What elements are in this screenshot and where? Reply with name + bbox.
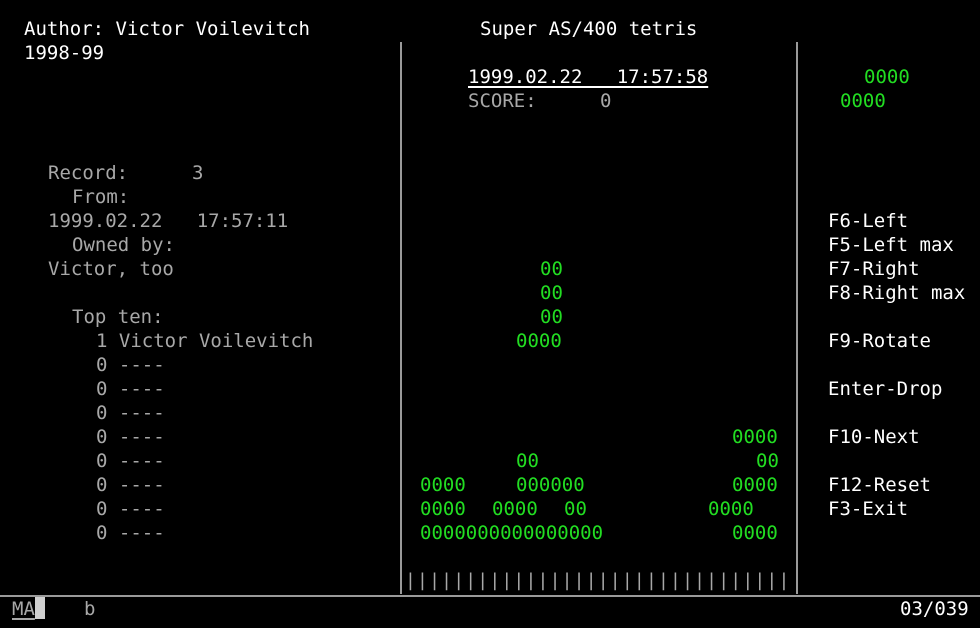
record-owner: Victor, too xyxy=(48,258,174,280)
stack-block: 0000 xyxy=(732,474,778,496)
record-owned-label: Owned by: xyxy=(72,234,175,256)
top-ten-entry: 0 ---- xyxy=(96,354,165,376)
top-ten-entry: 0 ---- xyxy=(96,522,165,544)
key-f12-reset[interactable]: F12-Reset xyxy=(828,473,931,497)
stack-block: 00 xyxy=(564,498,587,520)
board-left-border xyxy=(400,42,402,594)
game-title: Super AS/400 tetris xyxy=(480,18,698,40)
top-ten-entry: 0 ---- xyxy=(96,498,165,520)
stack-block: 0000 xyxy=(732,426,778,448)
record-value: 3 xyxy=(192,162,204,184)
falling-piece-row: 00 xyxy=(540,306,563,328)
key-enter-drop[interactable]: Enter-Drop xyxy=(828,377,942,401)
text-cursor xyxy=(34,597,45,619)
status-line-divider xyxy=(0,595,980,597)
top-ten-entry: 0 ---- xyxy=(96,450,165,472)
years-text: 1998-99 xyxy=(24,42,105,64)
falling-piece-row: 0000 xyxy=(516,330,562,352)
key-f3-exit[interactable]: F3-Exit xyxy=(828,497,908,521)
record-from-datetime: 1999.02.22 17:57:11 xyxy=(48,210,289,232)
key-f5-left-max[interactable]: F5-Left max xyxy=(828,233,954,257)
top-ten-label: Top ten: xyxy=(72,306,164,328)
cursor-position: 03/039 xyxy=(900,598,969,620)
stack-block: 00 xyxy=(516,450,539,472)
top-ten-entry: 1 Victor Voilevitch xyxy=(96,330,314,352)
key-f9-rotate[interactable]: F9-Rotate xyxy=(828,329,931,353)
key-f10-next[interactable]: F10-Next xyxy=(828,425,920,449)
stack-block: 000000 xyxy=(516,474,585,496)
score-value: 0 xyxy=(600,90,612,112)
status-indicator: MA xyxy=(12,597,45,621)
top-ten-entry: 0 ---- xyxy=(96,402,165,424)
board-floor: |||||||||||||||||||||||||||||||| xyxy=(405,570,791,591)
top-ten-entry: 0 ---- xyxy=(96,378,165,400)
status-indicator-text: MA xyxy=(12,598,35,620)
falling-piece-row: 00 xyxy=(540,282,563,304)
stack-block: 0000 xyxy=(492,498,538,520)
record-from-label: From: xyxy=(72,186,130,208)
stack-block: 00 xyxy=(756,450,779,472)
stack-block: 0000 xyxy=(420,474,466,496)
stack-block: 0000000000000000 xyxy=(420,522,604,544)
status-input-char[interactable]: b xyxy=(84,597,95,621)
top-ten-entry: 0 ---- xyxy=(96,474,165,496)
current-datetime: 1999.02.22 17:57:58 xyxy=(468,66,709,88)
stack-block: 0000 xyxy=(708,498,754,520)
score-label: SCORE: xyxy=(468,90,537,112)
board-right-border xyxy=(796,42,798,594)
next-piece-row-2: 0000 xyxy=(840,90,886,112)
stack-block: 0000 xyxy=(732,522,778,544)
record-label: Record: xyxy=(48,162,129,184)
falling-piece-row: 00 xyxy=(540,258,563,280)
key-f6-left[interactable]: F6-Left xyxy=(828,209,908,233)
key-f8-right-max[interactable]: F8-Right max xyxy=(828,281,965,305)
top-ten-entry: 0 ---- xyxy=(96,426,165,448)
key-f7-right[interactable]: F7-Right xyxy=(828,257,920,281)
author-text: Author: Victor Voilevitch xyxy=(24,18,310,40)
stack-block: 0000 xyxy=(420,498,466,520)
next-piece-row-1: 0000 xyxy=(864,66,910,88)
